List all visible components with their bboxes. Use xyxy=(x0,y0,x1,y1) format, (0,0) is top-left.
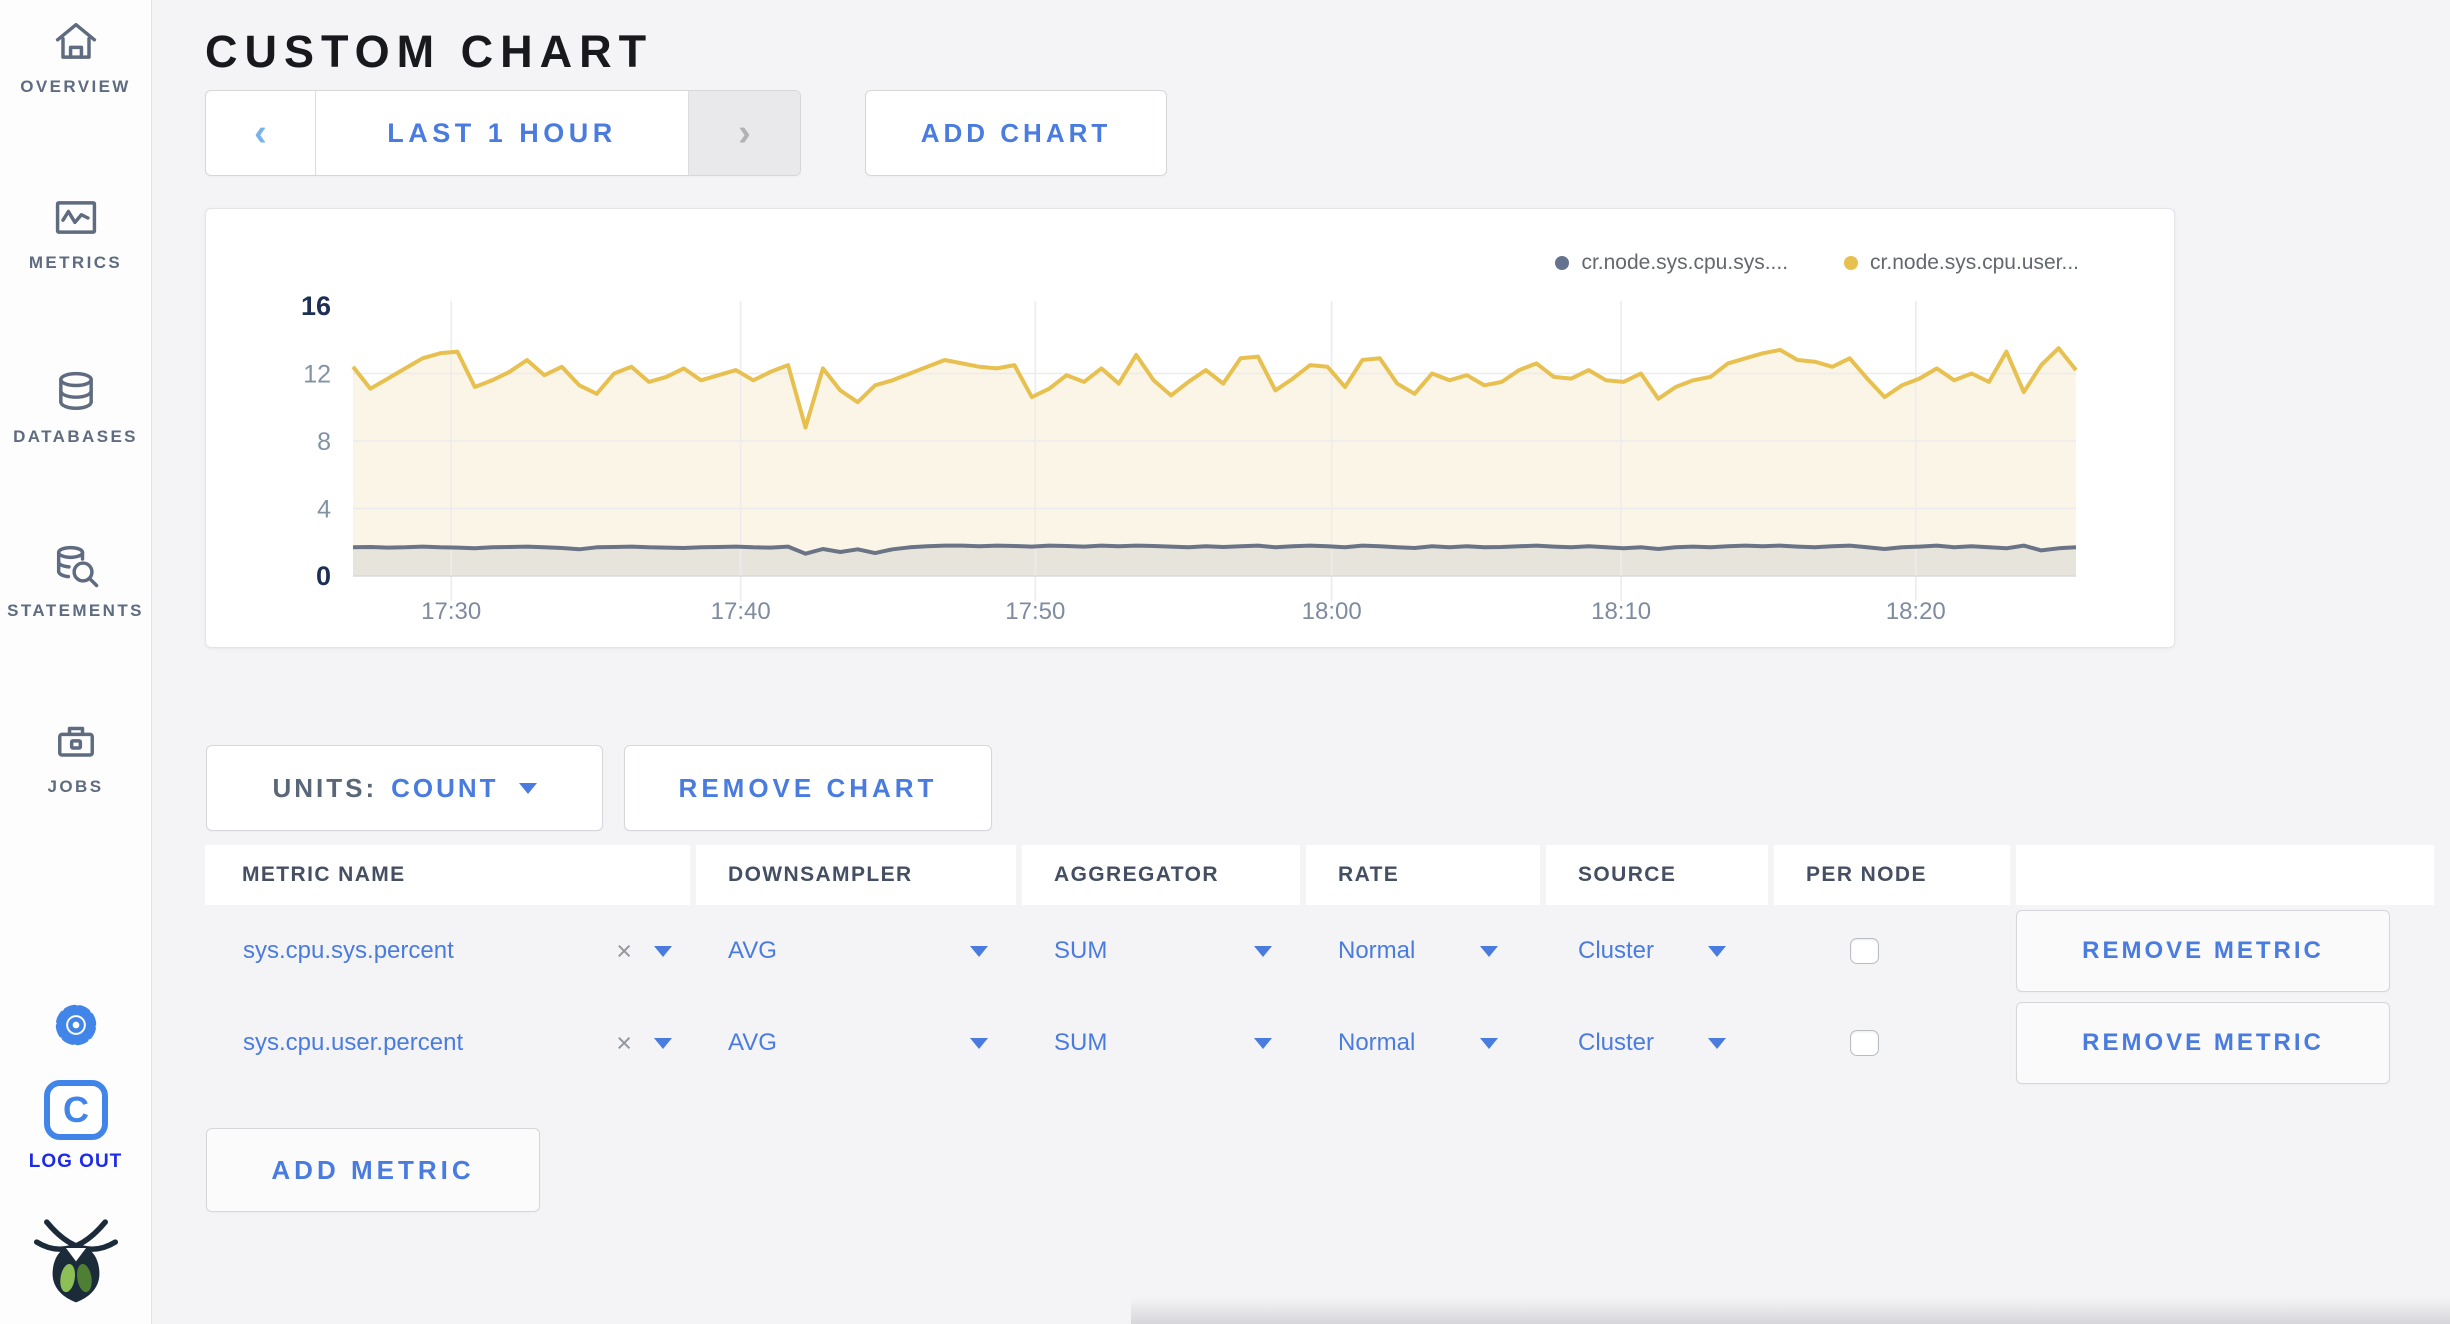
sidebar-item-databases[interactable]: DATABASES xyxy=(0,366,151,447)
rate-dropdown[interactable]: Normal xyxy=(1338,1029,1540,1057)
per-node-checkbox[interactable] xyxy=(1850,938,1879,964)
statements-icon xyxy=(49,540,103,592)
sidebar-item-label: JOBS xyxy=(47,777,104,796)
sidebar-item-statements[interactable]: STATEMENTS xyxy=(0,540,151,621)
remove-chart-button[interactable]: REMOVE CHART xyxy=(624,745,992,831)
metric-clear-button[interactable]: × xyxy=(616,936,632,967)
add-chart-button[interactable]: ADD CHART xyxy=(865,90,1167,176)
units-value: COUNT xyxy=(391,772,499,803)
caret-down-icon xyxy=(1708,945,1726,957)
metric-row: sys.cpu.sys.percent × AVG SUM Normal Clu… xyxy=(205,905,2435,997)
sidebar-item-overview[interactable]: OVERVIEW xyxy=(0,16,151,97)
caret-down-icon xyxy=(1254,945,1272,957)
svg-text:16: 16 xyxy=(301,291,331,321)
caret-down-icon xyxy=(518,782,537,794)
time-range-label[interactable]: LAST 1 HOUR xyxy=(316,91,688,175)
aggregator-dropdown[interactable]: SUM xyxy=(1054,937,1300,965)
legend-item-sys[interactable]: cr.node.sys.cpu.sys.... xyxy=(1555,251,1788,275)
next-card-shadow xyxy=(1131,1298,2450,1324)
svg-text:C: C xyxy=(63,1089,89,1130)
chart-card: 17:30 17:40 17:50 18:00 18:10 18:20 0 4 8 12 16 cr… xyxy=(205,208,2175,648)
svg-text:0: 0 xyxy=(316,561,331,591)
cockroach-c-logo-icon: C xyxy=(42,1078,110,1142)
metric-name-dropdown[interactable]: sys.cpu.sys.percent xyxy=(243,937,454,965)
time-prev-button[interactable]: ‹ xyxy=(206,91,316,175)
units-label: UNITS: xyxy=(272,772,378,803)
downsampler-dropdown[interactable]: AVG xyxy=(728,1029,1016,1057)
header-cell-metric-name: METRIC NAME xyxy=(205,845,690,905)
metrics-table-body: sys.cpu.sys.percent × AVG SUM Normal Clu… xyxy=(205,905,2435,1089)
header-cell-downsampler: DOWNSAMPLER xyxy=(696,845,1016,905)
remove-metric-button[interactable]: REMOVE METRIC xyxy=(2016,1002,2390,1084)
chevron-right-icon: › xyxy=(738,112,751,154)
logout-label: LOG OUT xyxy=(28,1151,123,1172)
metrics-table-header: METRIC NAME DOWNSAMPLER AGGREGATOR RATE … xyxy=(205,845,2435,905)
caret-down-icon xyxy=(970,1037,988,1049)
legend-label: cr.node.sys.cpu.sys.... xyxy=(1581,251,1789,274)
home-icon xyxy=(49,16,103,68)
sidebar-item-label: DATABASES xyxy=(13,427,138,446)
aggregator-dropdown[interactable]: SUM xyxy=(1054,1029,1300,1057)
cockroach-bug-logo xyxy=(0,1208,151,1308)
header-cell-per-node: PER NODE xyxy=(1774,845,2010,905)
legend-dot-sys xyxy=(1555,256,1570,270)
logout-button[interactable]: C LOG OUT xyxy=(0,1078,151,1173)
caret-down-icon xyxy=(1254,1037,1272,1049)
metric-row: sys.cpu.user.percent × AVG SUM Normal Cl… xyxy=(205,997,2435,1089)
svg-text:4: 4 xyxy=(317,496,331,524)
sidebar-item-metrics[interactable]: METRICS xyxy=(0,192,151,273)
per-node-checkbox[interactable] xyxy=(1850,1030,1879,1056)
metric-clear-button[interactable]: × xyxy=(616,1028,632,1059)
source-dropdown[interactable]: Cluster xyxy=(1578,937,1768,965)
caret-down-icon xyxy=(1480,945,1498,957)
svg-text:17:30: 17:30 xyxy=(421,598,481,625)
metrics-icon xyxy=(49,192,103,244)
sidebar: OVERVIEW METRICS DATABASES STATEMENTS JO… xyxy=(0,0,152,1324)
svg-text:18:00: 18:00 xyxy=(1302,598,1362,625)
caret-down-icon xyxy=(1480,1037,1498,1049)
time-next-button[interactable]: › xyxy=(688,91,800,175)
sidebar-item-label: STATEMENTS xyxy=(7,601,144,620)
metric-name-dropdown[interactable]: sys.cpu.user.percent xyxy=(243,1029,463,1057)
svg-text:8: 8 xyxy=(317,428,331,456)
header-cell-aggregator: AGGREGATOR xyxy=(1022,845,1300,905)
caret-down-icon xyxy=(1708,1037,1726,1049)
header-cell-rate: RATE xyxy=(1306,845,1540,905)
settings-button[interactable] xyxy=(0,998,151,1052)
legend-item-user[interactable]: cr.node.sys.cpu.user... xyxy=(1844,251,2079,275)
time-range-selector: ‹ LAST 1 HOUR › xyxy=(205,90,801,176)
remove-metric-button[interactable]: REMOVE METRIC xyxy=(2016,910,2390,992)
legend-dot-user xyxy=(1844,256,1859,270)
legend-label: cr.node.sys.cpu.user... xyxy=(1870,251,2079,274)
header-cell-source: SOURCE xyxy=(1546,845,1768,905)
chevron-left-icon: ‹ xyxy=(254,112,267,154)
main-content: CUSTOM CHART ‹ LAST 1 HOUR › ADD CHART 1… xyxy=(151,0,2450,1324)
chart-legend: cr.node.sys.cpu.sys.... cr.node.sys.cpu.… xyxy=(1555,251,2079,275)
caret-down-icon xyxy=(654,1037,672,1049)
rate-dropdown[interactable]: Normal xyxy=(1338,937,1540,965)
source-dropdown[interactable]: Cluster xyxy=(1578,1029,1768,1057)
header-cell-actions xyxy=(2016,845,2434,905)
page-title: CUSTOM CHART xyxy=(205,26,654,78)
svg-text:18:10: 18:10 xyxy=(1591,598,1651,625)
add-metric-button[interactable]: ADD METRIC xyxy=(206,1128,540,1212)
svg-text:12: 12 xyxy=(303,361,331,389)
svg-text:17:40: 17:40 xyxy=(711,598,771,625)
sidebar-item-label: OVERVIEW xyxy=(20,77,131,96)
downsampler-dropdown[interactable]: AVG xyxy=(728,937,1016,965)
sidebar-item-label: METRICS xyxy=(28,253,123,272)
jobs-icon xyxy=(49,716,103,768)
caret-down-icon xyxy=(654,945,672,957)
units-dropdown[interactable]: UNITS: COUNT xyxy=(206,745,603,831)
svg-text:17:50: 17:50 xyxy=(1005,598,1065,625)
timeseries-chart: 17:30 17:40 17:50 18:00 18:10 18:20 0 4 8 12 16 xyxy=(301,291,2078,625)
caret-down-icon xyxy=(970,945,988,957)
gear-icon xyxy=(49,998,103,1052)
databases-icon xyxy=(49,366,103,418)
sidebar-item-jobs[interactable]: JOBS xyxy=(0,716,151,797)
svg-text:18:20: 18:20 xyxy=(1886,598,1946,625)
